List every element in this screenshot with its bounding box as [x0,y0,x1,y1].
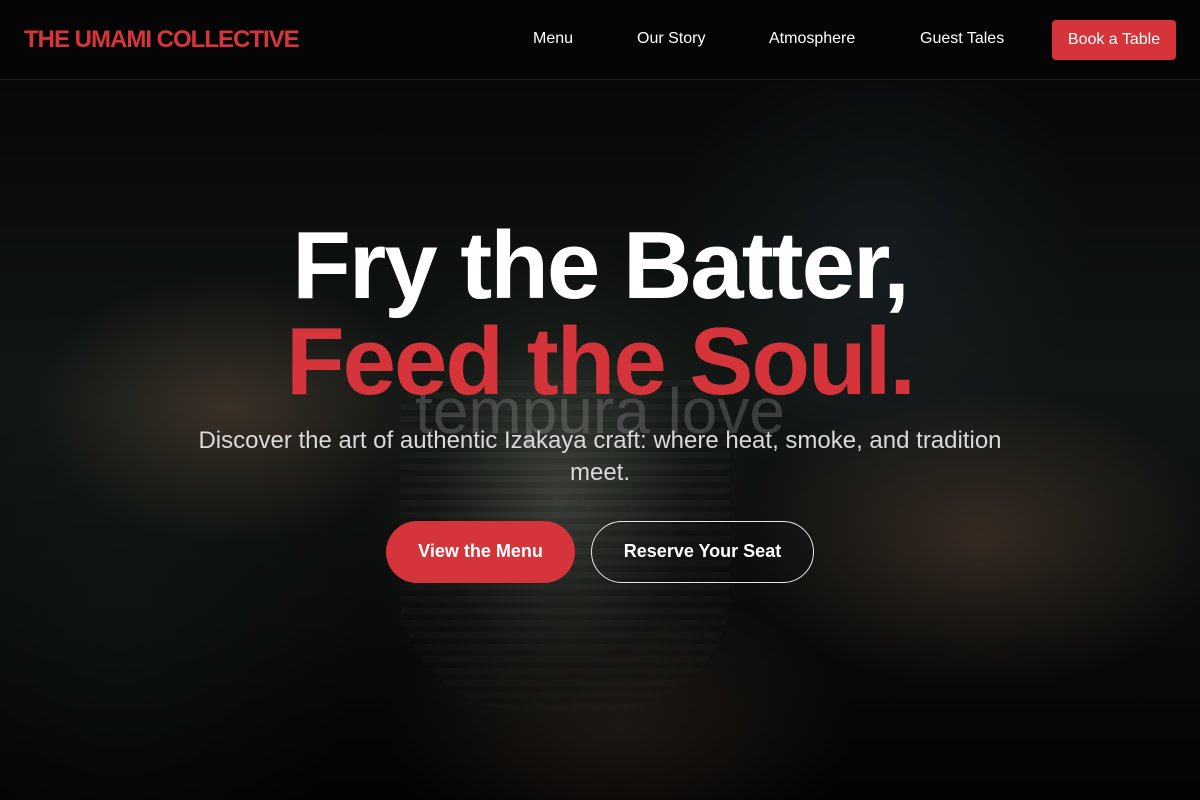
book-a-table-button[interactable]: Book a Table [1052,20,1176,60]
nav-link-menu[interactable]: Menu [533,28,573,50]
landing-page: THE UMAMI COLLECTIVE Menu Our Story Atmo… [0,0,1200,800]
nav-link-our-story[interactable]: Our Story [637,28,705,50]
hero-headline-line-1: Fry the Batter, [292,212,910,319]
view-the-menu-button[interactable]: View the Menu [386,521,575,583]
hero-subtitle: Discover the art of authentic Izakaya cr… [198,427,1002,486]
top-navigation-bar: THE UMAMI COLLECTIVE Menu Our Story Atmo… [0,0,1200,80]
nav-link-atmosphere[interactable]: Atmosphere [769,28,855,50]
nav-link-guest-tales[interactable]: Guest Tales [920,28,1004,50]
hero-headline-line-2: Feed the Soul. [285,308,916,415]
reserve-your-seat-button[interactable]: Reserve Your Seat [591,521,814,583]
brand-logo[interactable]: THE UMAMI COLLECTIVE [24,25,300,55]
